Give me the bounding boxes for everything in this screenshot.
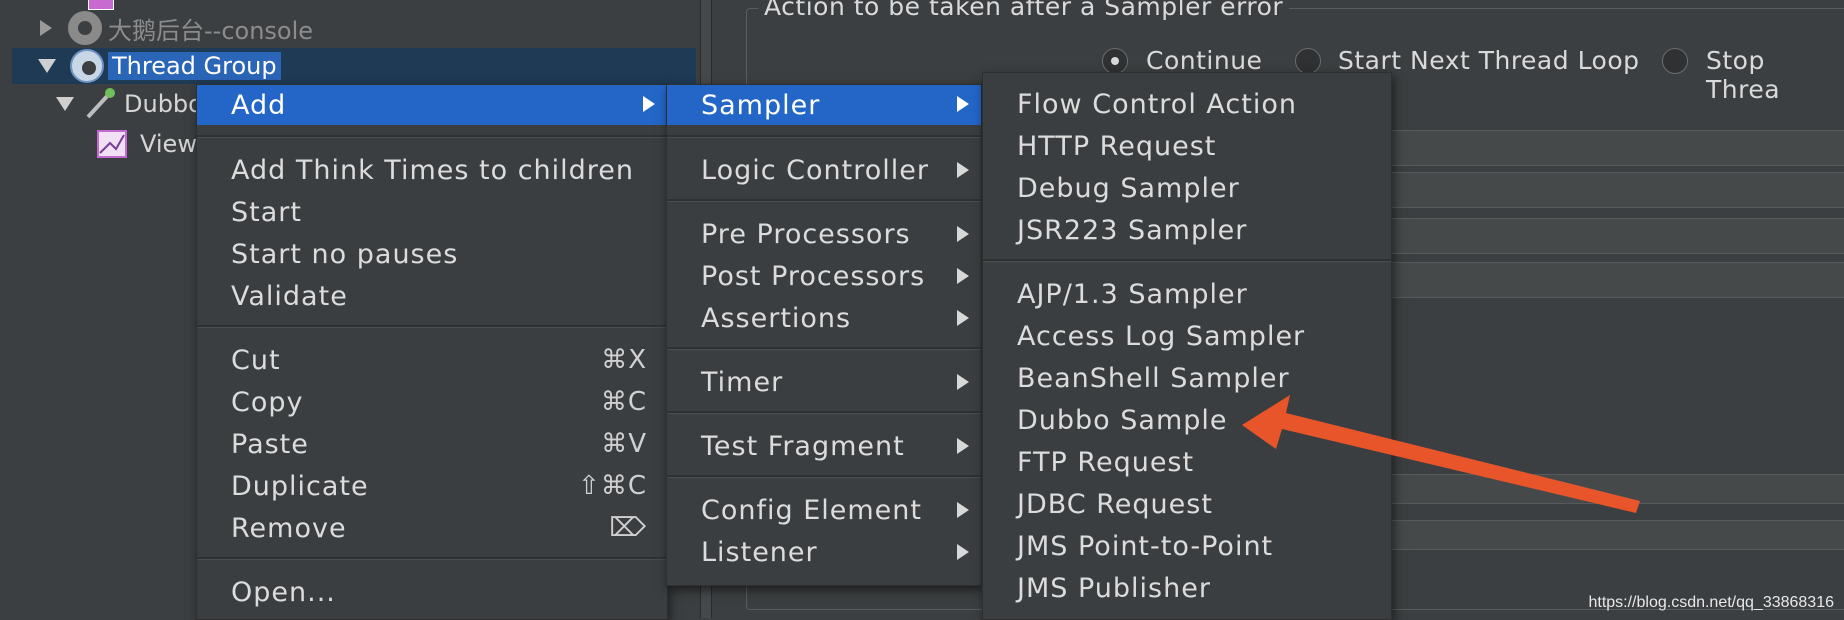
settings-field[interactable]	[1390, 130, 1844, 166]
menu-separator	[983, 259, 1391, 262]
radio-continue-label: Continue	[1146, 46, 1263, 75]
context-menu: Add Add Think Times to children Start St…	[196, 84, 668, 620]
sampler-item-jms-point-to-point[interactable]: JMS Point-to-Point	[983, 527, 1391, 565]
sampler-item-flow-control-action[interactable]: Flow Control Action	[983, 85, 1391, 123]
tree-item-thread-group[interactable]: Thread Group	[38, 48, 281, 84]
radio-continue[interactable]	[1102, 48, 1128, 74]
menu-separator	[667, 475, 981, 478]
radio-stop-thread[interactable]	[1662, 48, 1688, 74]
submenu-item-config-element[interactable]: Config Element	[667, 491, 981, 529]
menu-item-start-no-pauses[interactable]: Start no pauses	[197, 235, 667, 273]
submenu-item-timer[interactable]: Timer	[667, 363, 981, 401]
sampler-item-jms-publisher[interactable]: JMS Publisher	[983, 569, 1391, 607]
sampler-item-debug-sampler[interactable]: Debug Sampler	[983, 169, 1391, 207]
settings-field[interactable]	[1390, 262, 1844, 298]
tree-item-label: View	[140, 130, 197, 158]
menu-item-add-think-times[interactable]: Add Think Times to children	[197, 151, 667, 189]
menu-separator	[667, 411, 981, 414]
gear-icon	[68, 11, 102, 45]
submenu-item-sampler[interactable]: Sampler	[667, 85, 981, 125]
menu-item-cut[interactable]: Cut ⌘X	[197, 341, 667, 379]
expand-arrow-icon[interactable]	[40, 20, 52, 36]
listener-icon	[96, 129, 130, 159]
radio-start-next-thread-loop-label: Start Next Thread Loop	[1338, 46, 1640, 75]
submenu-item-listener[interactable]: Listener	[667, 533, 981, 571]
tree-item-label: Dubbo	[124, 90, 203, 118]
menu-item-add[interactable]: Add	[197, 85, 667, 125]
menu-separator	[197, 557, 667, 560]
tree-item-console[interactable]: 大鹅后台--console	[40, 10, 313, 46]
menu-item-open[interactable]: Open...	[197, 573, 667, 611]
watermark: https://blog.csdn.net/qq_33868316	[1588, 594, 1834, 611]
tree-item-view[interactable]: View	[96, 126, 197, 162]
submenu-arrow-icon	[957, 96, 969, 112]
menu-separator	[197, 325, 667, 328]
menu-item-duplicate[interactable]: Duplicate ⇧⌘C	[197, 467, 667, 505]
add-submenu: Sampler Logic Controller Pre Processors …	[666, 84, 982, 586]
submenu-arrow-icon	[957, 268, 969, 284]
sampler-item-http-request[interactable]: HTTP Request	[983, 127, 1391, 165]
menu-item-start[interactable]: Start	[197, 193, 667, 231]
radio-stop-thread-label: Stop Threa	[1706, 46, 1781, 104]
tree-item-partial-top[interactable]	[88, 0, 114, 10]
tree-item-label: 大鹅后台--console	[108, 16, 314, 45]
tree-item-label: Thread Group	[108, 52, 281, 80]
settings-field[interactable]	[1390, 172, 1844, 208]
menu-item-validate[interactable]: Validate	[197, 277, 667, 315]
submenu-arrow-icon	[957, 438, 969, 454]
menu-separator	[197, 135, 667, 138]
submenu-arrow-icon	[643, 96, 655, 112]
submenu-item-test-fragment[interactable]: Test Fragment	[667, 427, 981, 465]
menu-item-copy[interactable]: Copy ⌘C	[197, 383, 667, 421]
menu-separator	[667, 199, 981, 202]
submenu-arrow-icon	[957, 374, 969, 390]
submenu-item-post-processors[interactable]: Post Processors	[667, 257, 981, 295]
annotation-arrow	[1242, 395, 1640, 513]
submenu-item-assertions[interactable]: Assertions	[667, 299, 981, 337]
menu-item-paste[interactable]: Paste ⌘V	[197, 425, 667, 463]
submenu-arrow-icon	[957, 162, 969, 178]
settings-field[interactable]	[1390, 218, 1844, 254]
tree-item-dubbo[interactable]: Dubbo	[56, 86, 203, 122]
sampler-item-jsr223-sampler[interactable]: JSR223 Sampler	[983, 211, 1391, 249]
menu-separator	[667, 135, 981, 138]
sampler-submenu: Flow Control Action HTTP Request Debug S…	[982, 72, 1392, 620]
sampler-item-access-log-sampler[interactable]: Access Log Sampler	[983, 317, 1391, 355]
submenu-item-pre-processors[interactable]: Pre Processors	[667, 215, 981, 253]
sampler-error-title: Action to be taken after a Sampler error	[758, 0, 1290, 21]
collapse-arrow-icon[interactable]	[56, 97, 74, 111]
radio-start-next-thread-loop[interactable]	[1295, 48, 1321, 74]
menu-separator	[667, 347, 981, 350]
submenu-arrow-icon	[957, 544, 969, 560]
submenu-arrow-icon	[957, 226, 969, 242]
gear-icon	[70, 49, 104, 83]
sampler-item-ajp-sampler[interactable]: AJP/1.3 Sampler	[983, 275, 1391, 313]
sampler-item-beanshell-sampler[interactable]: BeanShell Sampler	[983, 359, 1391, 397]
collapse-arrow-icon[interactable]	[38, 59, 56, 73]
submenu-arrow-icon	[957, 310, 969, 326]
submenu-arrow-icon	[957, 502, 969, 518]
menu-item-remove[interactable]: Remove ⌦	[197, 509, 667, 547]
submenu-item-logic-controller[interactable]: Logic Controller	[667, 151, 981, 189]
pipette-icon	[82, 87, 118, 121]
